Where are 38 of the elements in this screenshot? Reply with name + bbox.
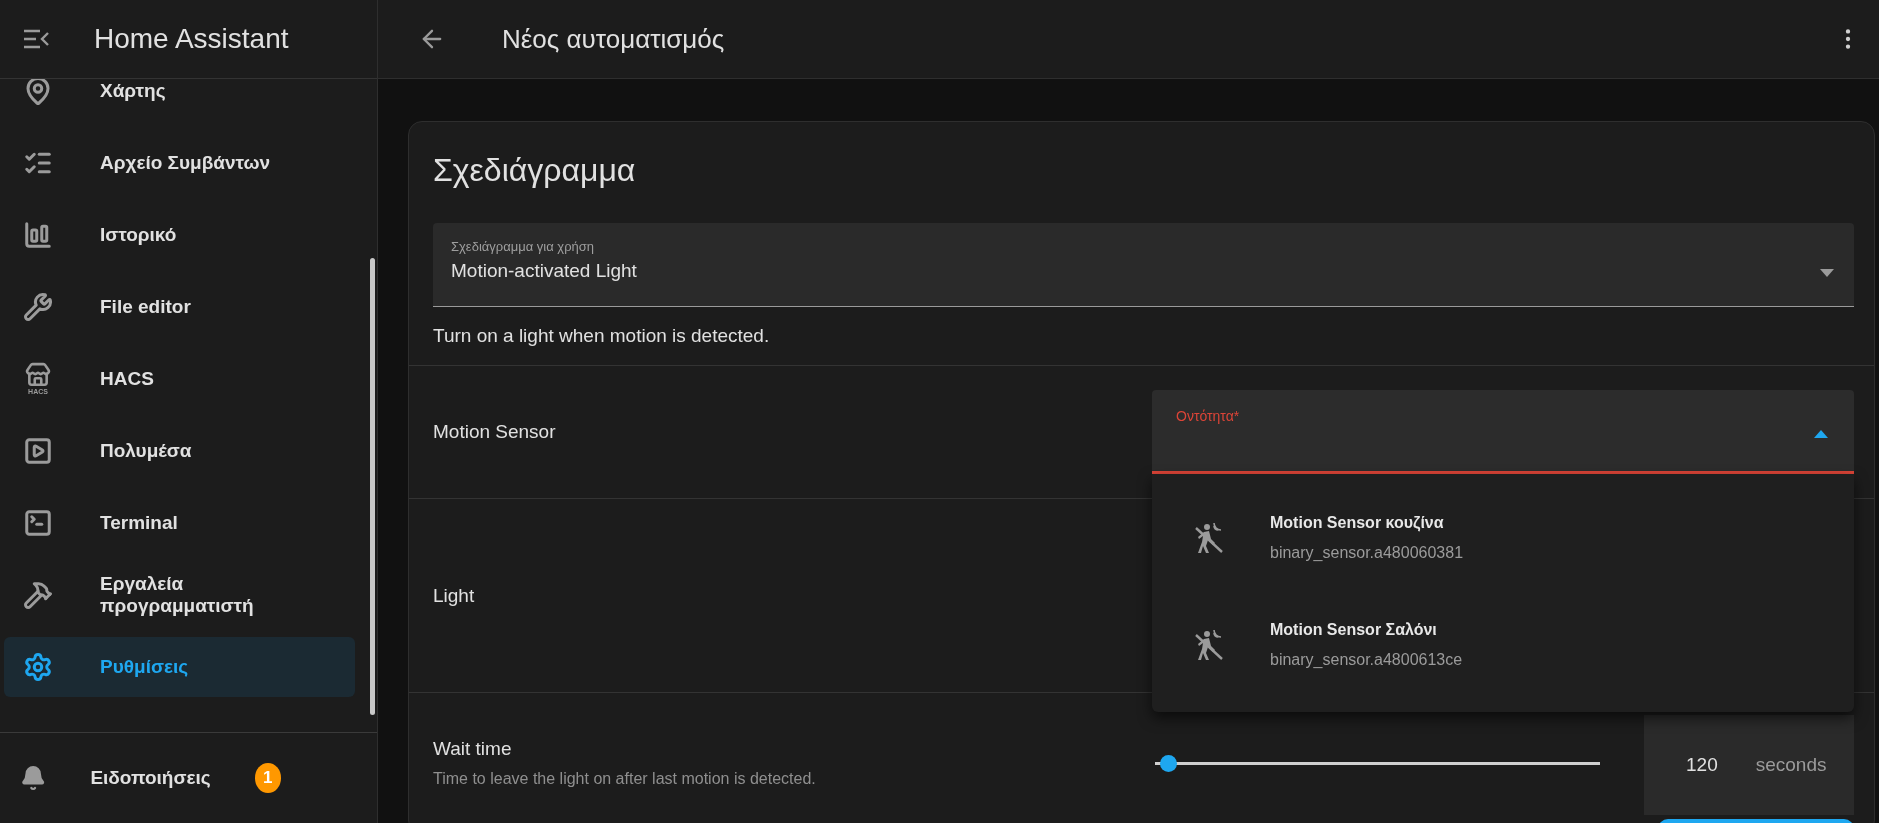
blueprint-select[interactable]: Σχεδιάγραμμα για χρήση Motion-activated Light: [433, 223, 1854, 307]
option-entity-id: binary_sensor.a4800613ce: [1270, 650, 1463, 669]
scrollbar[interactable]: [370, 258, 375, 715]
sidebar-item[interactable]: Πολυμέσα: [4, 421, 355, 481]
input-label: Wait time: [433, 738, 513, 760]
sidebar-item[interactable]: Ρυθμίσεις: [4, 637, 355, 697]
dropdown-caret-icon: [1814, 430, 1828, 438]
option-name: Motion Sensor κουζίνα: [1270, 513, 1445, 532]
notification-badge: 1: [254, 763, 281, 793]
sidebar-item[interactable]: Ιστορικό: [4, 205, 355, 265]
option-name: Motion Sensor Σαλόνι: [1270, 620, 1438, 639]
media-play-icon: [23, 436, 53, 466]
sidebar-item[interactable]: File editor: [4, 277, 355, 337]
page-title: Νέος αυτοματισμός: [502, 23, 726, 55]
walking-person-slash-icon: [1194, 628, 1224, 661]
sidebar-item[interactable]: Εργαλεία προγραμματιστή: [4, 565, 355, 625]
walking-person-slash-icon: [1194, 521, 1224, 554]
sidebar-item[interactable]: Terminal: [4, 493, 355, 553]
slider-thumb[interactable]: [1160, 754, 1178, 772]
entity-option[interactable]: Motion Sensor Σαλόνι binary_sensor.a4800613ce: [1152, 591, 1854, 698]
wrench-icon: [23, 292, 53, 322]
sidebar-item[interactable]: Χάρτης: [4, 79, 355, 121]
terminal-icon: [23, 508, 53, 538]
bar-chart-icon: [23, 220, 53, 250]
blueprint-description: Turn on a light when motion is detected.: [433, 324, 771, 348]
hammer-icon: [23, 580, 53, 610]
card-title: Σχεδιάγραμμα: [433, 152, 637, 189]
input-label: Light: [433, 584, 476, 607]
dropdown-caret-icon: [1820, 268, 1834, 277]
input-label: Motion Sensor: [433, 421, 557, 443]
settings-icon: [23, 652, 53, 682]
option-entity-id: binary_sensor.a480060381: [1270, 543, 1464, 562]
input-description: Time to leave the light on after last motion is detected.: [433, 770, 817, 788]
app-title: Home Assistant: [94, 23, 289, 55]
entity-option[interactable]: Motion Sensor κουζίνα binary_sensor.a480060381: [1152, 484, 1854, 591]
notifications-item[interactable]: Ειδοποιήσεις 1: [0, 732, 377, 823]
sidebar-item[interactable]: Αρχείο Συμβάντων: [4, 133, 355, 193]
bell-icon: [20, 763, 47, 793]
